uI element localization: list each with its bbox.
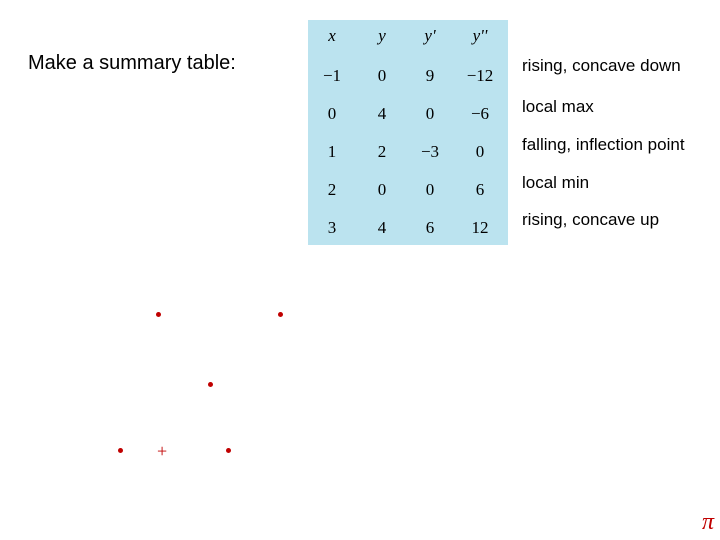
- cell-y: 2: [362, 142, 402, 162]
- cell-x: 1: [312, 142, 352, 162]
- plus-marker-icon: +: [157, 442, 167, 460]
- cell-ypp: −12: [456, 66, 504, 86]
- table-row: 0 4 0 −6: [308, 96, 508, 134]
- col-ypp: y'': [456, 26, 504, 46]
- plot-point-icon: [156, 312, 161, 317]
- cell-x: 3: [312, 218, 352, 238]
- cell-y: 4: [362, 104, 402, 124]
- row-description: rising, concave up: [522, 210, 659, 230]
- row-description: local min: [522, 173, 589, 193]
- col-y: y: [362, 26, 402, 46]
- row-description: rising, concave down: [522, 56, 681, 76]
- cell-ypp: −6: [456, 104, 504, 124]
- plot-point-icon: [208, 382, 213, 387]
- cell-yp: 9: [408, 66, 452, 86]
- cell-y: 4: [362, 218, 402, 238]
- row-description: local max: [522, 97, 594, 117]
- cell-ypp: 6: [456, 180, 504, 200]
- cell-x: 0: [312, 104, 352, 124]
- plot-point-icon: [226, 448, 231, 453]
- cell-y: 0: [362, 180, 402, 200]
- cell-x: 2: [312, 180, 352, 200]
- col-yp: y': [408, 26, 452, 46]
- plot-point-icon: [278, 312, 283, 317]
- cell-yp: 0: [408, 180, 452, 200]
- row-description: falling, inflection point: [522, 135, 685, 155]
- table-header-row: x y y' y'': [308, 20, 508, 58]
- cell-yp: −3: [408, 142, 452, 162]
- table-row: 1 2 −3 0: [308, 134, 508, 172]
- summary-table: x y y' y'' −1 0 9 −12 0 4 0 −6 1 2 −3 0 …: [308, 20, 508, 245]
- pi-symbol: π: [702, 509, 714, 536]
- cell-yp: 0: [408, 104, 452, 124]
- col-x: x: [312, 26, 352, 46]
- plot-point-icon: [118, 448, 123, 453]
- instruction-heading: Make a summary table:: [28, 52, 236, 75]
- cell-ypp: 12: [456, 218, 504, 238]
- cell-y: 0: [362, 66, 402, 86]
- table-row: 3 4 6 12: [308, 210, 508, 248]
- table-row: −1 0 9 −12: [308, 58, 508, 96]
- cell-ypp: 0: [456, 142, 504, 162]
- cell-yp: 6: [408, 218, 452, 238]
- cell-x: −1: [312, 66, 352, 86]
- table-row: 2 0 0 6: [308, 172, 508, 210]
